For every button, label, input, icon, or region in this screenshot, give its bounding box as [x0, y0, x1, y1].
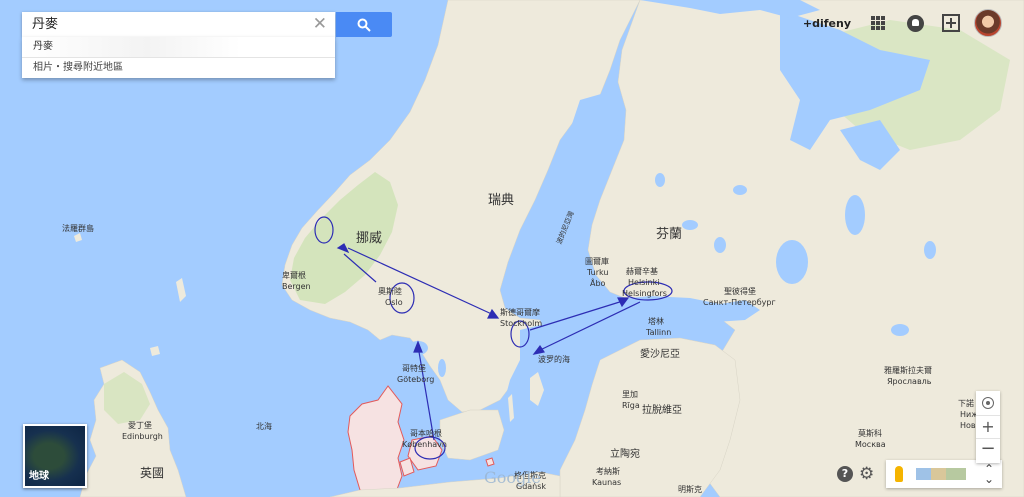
label-latvia: 拉脫維亞 — [642, 403, 682, 416]
imagery-thumbnails[interactable] — [916, 468, 966, 480]
label-uk: 英國 — [140, 466, 164, 480]
search-icon — [357, 18, 371, 32]
label-baltic-sea: 波罗的海 — [538, 354, 570, 364]
lake-finland-1 — [682, 220, 698, 230]
label-yaroslavl: Ярославль — [887, 377, 932, 386]
label-oslo-zh: 奧斯陸 — [378, 286, 402, 296]
label-copenhagen: København — [402, 440, 447, 449]
label-edinburgh: Edinburgh — [122, 432, 163, 441]
close-icon[interactable]: ✕ — [313, 15, 327, 33]
label-abo: Åbo — [590, 277, 606, 288]
label-norway: 挪威 — [356, 231, 382, 246]
label-estonia: 愛沙尼亞 — [640, 347, 680, 360]
earth-label: 地球 — [29, 471, 49, 482]
lake-onega — [845, 195, 865, 235]
label-stockholm: Stockholm — [500, 319, 542, 328]
lake-finland-4 — [733, 185, 747, 195]
label-turku: Turku — [586, 268, 609, 277]
gear-icon[interactable]: ⚙ — [859, 464, 874, 484]
label-copenhagen-zh: 哥本哈根 — [410, 428, 442, 438]
label-edinburgh-zh: 愛丁堡 — [128, 420, 152, 430]
zoom-in-button[interactable]: + — [976, 415, 1000, 438]
chevron-expand-icon[interactable]: ⌃ ⌄ — [984, 463, 994, 485]
label-goteborg: Göteborg — [397, 375, 434, 384]
lake-russia-2 — [924, 241, 936, 259]
label-spb-zh: 聖彼得堡 — [724, 286, 756, 296]
lake-finland-3 — [655, 173, 665, 187]
label-lithuania: 立陶宛 — [610, 447, 640, 460]
my-location-icon[interactable] — [982, 397, 994, 409]
search-input[interactable]: 丹麥 — [32, 12, 58, 37]
lake-finland-2 — [714, 237, 726, 253]
label-helsingfors: Helsingfors — [622, 289, 667, 298]
search-suggestions: 丹麥 相片・搜尋附近地區 — [22, 37, 335, 78]
pegman-icon[interactable] — [895, 466, 903, 482]
top-bar: +difeny — [803, 8, 1024, 38]
bornholm — [485, 457, 495, 467]
imagery-panel: ⌃ ⌄ — [886, 460, 1002, 488]
label-goteborg-zh: 哥特堡 — [402, 363, 426, 373]
label-kaunas: Kaunas — [592, 478, 621, 487]
plus-user-link[interactable]: +difeny — [803, 17, 851, 30]
label-helsinki-zh: 赫爾辛基 — [626, 266, 658, 276]
label-yaroslavl-zh: 雅羅斯拉夫爾 — [884, 365, 932, 375]
zoom-controls: + − — [976, 391, 1000, 463]
label-riga-zh: 里加 — [622, 389, 638, 399]
suggestion-item-denmark[interactable]: 丹麥 — [22, 37, 335, 58]
label-bergen-zh: 卑爾根 — [282, 270, 306, 280]
share-plus-icon[interactable] — [942, 14, 960, 32]
label-turku-zh: 圖爾庫 — [585, 256, 609, 266]
label-moscow-zh: 莫斯科 — [858, 428, 882, 438]
label-stockholm-zh: 斯德哥爾摩 — [500, 307, 540, 317]
label-oslo: Oslo — [385, 298, 403, 307]
label-faroe: 法羅群島 — [62, 223, 94, 233]
label-minsk-zh: 明斯克 — [678, 484, 702, 494]
label-north-sea: 北海 — [256, 421, 272, 431]
label-sweden: 瑞典 — [488, 193, 514, 208]
label-moscow: Москва — [855, 440, 886, 449]
label-riga: Rīga — [622, 401, 640, 410]
label-finland: 芬蘭 — [656, 226, 682, 242]
suggestion-item-photos-nearby[interactable]: 相片・搜尋附近地區 — [22, 58, 335, 78]
google-logo: Google — [484, 468, 541, 487]
label-nizhny-zh: 下諾 — [958, 398, 974, 408]
label-helsinki: Helsinki — [628, 278, 659, 287]
label-bergen: Bergen — [282, 282, 311, 291]
zoom-out-button[interactable]: − — [976, 438, 1000, 461]
label-tallinn: Tallinn — [645, 328, 671, 337]
lake-russia-1 — [891, 324, 909, 336]
earth-view-toggle[interactable]: 地球 — [23, 424, 87, 488]
apps-grid-icon[interactable] — [871, 16, 885, 30]
lake-ladoga — [776, 240, 808, 284]
label-tallinn-zh: 塔林 — [648, 316, 664, 326]
help-icon[interactable]: ? — [837, 466, 853, 482]
label-kaunas-zh: 考納斯 — [596, 466, 620, 476]
lake-vattern — [438, 359, 446, 377]
search-box[interactable]: 丹麥 ✕ — [22, 12, 335, 37]
search-button[interactable] — [336, 12, 392, 37]
avatar[interactable] — [974, 9, 1002, 37]
label-spb: Санкт-Петербург — [703, 298, 776, 307]
notifications-bell-icon[interactable] — [907, 14, 924, 32]
